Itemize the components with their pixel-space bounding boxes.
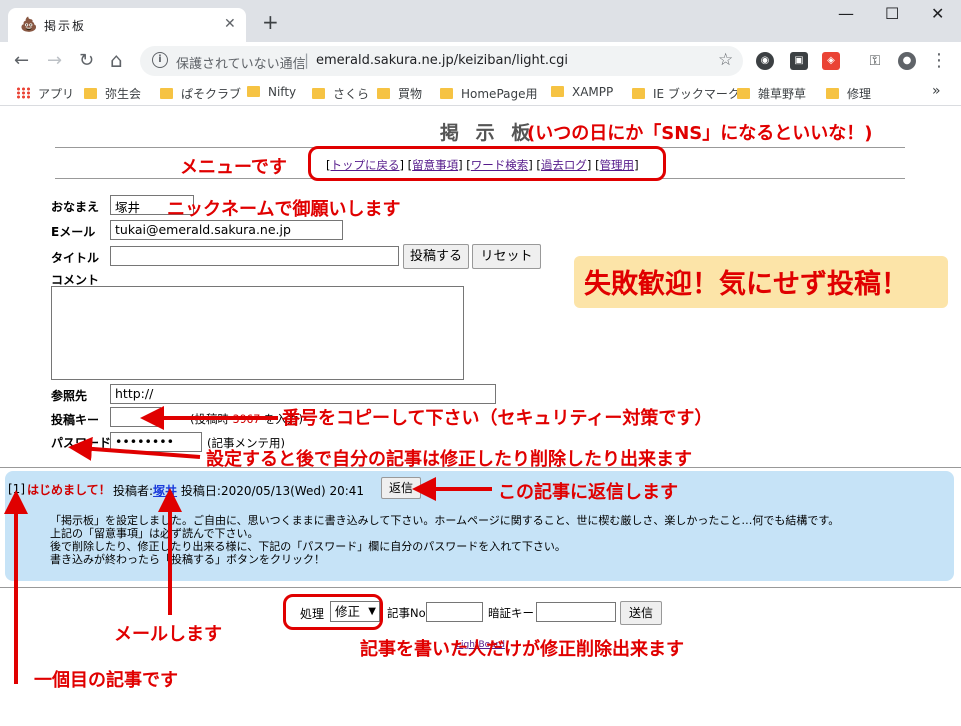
- password-arrow: [68, 436, 201, 461]
- annotation-arrows: [4, 406, 492, 684]
